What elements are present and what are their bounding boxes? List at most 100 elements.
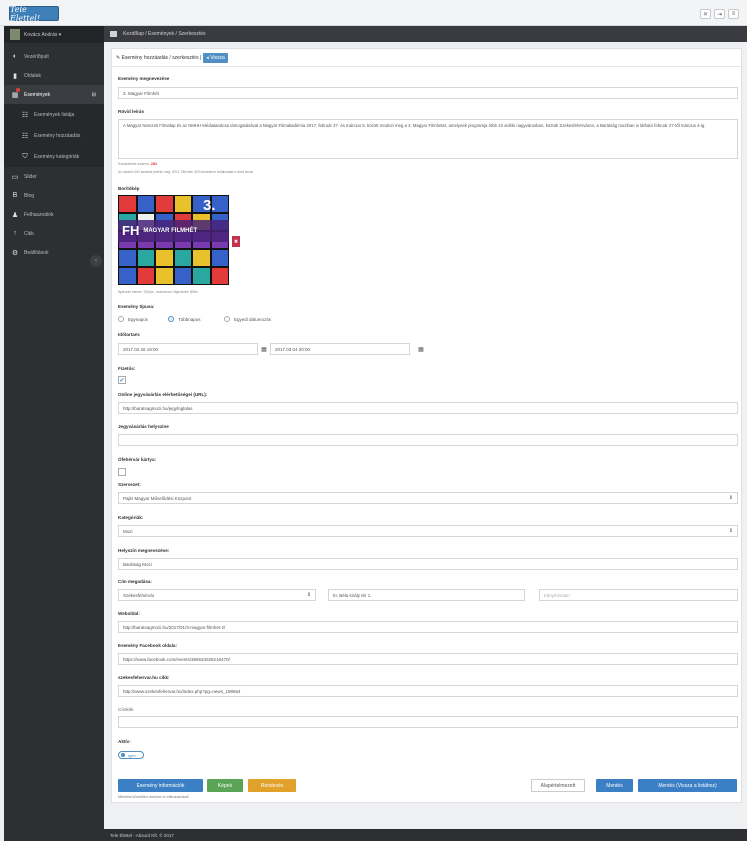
start-date-input[interactable]: 2017.02.26 19:00	[118, 343, 258, 355]
facebook-label: Esemény Facebook oldala:	[118, 643, 177, 648]
select-arrow-icon: ⇕	[306, 592, 311, 598]
users-icon: ♟	[11, 211, 19, 219]
cover-title: FH MAGYAR FILMHÉT	[118, 220, 229, 242]
cover-number: 3.	[203, 197, 216, 214]
notification-badge	[16, 88, 20, 92]
back-button[interactable]: ◂ Vissza	[203, 52, 228, 63]
street-input[interactable]: III. Béla király tér 1.	[328, 589, 525, 601]
organization-select[interactable]: Pajkr Magyar Művelődési Központ ⇕	[118, 492, 738, 504]
blog-icon: B	[12, 192, 18, 199]
type-radio-oneday[interactable]: Egynapos	[118, 316, 148, 322]
sidebar-item-users[interactable]: ♟ Felhasználók	[4, 205, 104, 224]
type-radio-custom[interactable]: Egyedi dátumozás	[224, 316, 271, 322]
sidebar-subitem-categories[interactable]: ⛉ Esemény kategóriák	[4, 146, 104, 167]
sidebar-collapse-icon[interactable]: ‹	[90, 255, 102, 267]
tags-input[interactable]	[118, 716, 738, 728]
end-date-input[interactable]: 2017.03.04 20:00	[270, 343, 410, 355]
list-icon: ☷	[21, 132, 29, 140]
event-name-input[interactable]: 3. Magyar Filmhét	[118, 87, 738, 99]
user-menu[interactable]: Kovács András ▾	[4, 26, 104, 43]
cover-hint: Ajánlott méret: 300px, maximum fájlméret…	[118, 290, 198, 294]
article-link-input[interactable]: http://www.szekesfehervar.hu/index.php?p…	[118, 685, 738, 697]
cover-label: Borítókép	[118, 186, 140, 191]
city-select[interactable]: Székesfehérvár ⇕	[118, 589, 316, 601]
collapse-icon: ⊟	[91, 91, 96, 98]
calendar-icon[interactable]: ▦	[415, 343, 427, 355]
menu-icon[interactable]: ≡	[728, 9, 739, 19]
fullscreen-icon[interactable]: ✕	[700, 9, 711, 19]
calendar-icon[interactable]: ▦	[258, 343, 270, 355]
footer: Tele Élettel - Absurd Kft. © 2017	[104, 829, 747, 841]
short-description-textarea[interactable]: A Magyar Nemzeti Filmalap és az NMHH Méd…	[118, 119, 738, 159]
slider-icon: ▭	[11, 173, 19, 181]
desc-label: Rövid leírás	[118, 109, 145, 114]
website-input[interactable]: http://baratsagmozi.hu/2017/01/3-magyar-…	[118, 621, 738, 633]
home-icon[interactable]	[110, 31, 117, 37]
images-button[interactable]: Képek	[207, 779, 243, 792]
article-icon: ↑	[13, 230, 17, 237]
footnote: Mentést követően mentse el változásokat!	[118, 795, 189, 799]
sidebar: Kovács András ▾ ◐ Vezérlőpult ▮ Oldalak ▦ E…	[4, 26, 104, 841]
sidebar-subitem-add-event[interactable]: ☷ Esemény hozzáadás	[4, 125, 104, 146]
duration-label: Időtartam:	[118, 332, 141, 337]
active-label: Aktív:	[118, 739, 131, 744]
breadcrumb-events[interactable]: Események	[148, 31, 174, 37]
app-logo[interactable]: Tele Élettel!	[9, 5, 59, 23]
sidebar-item-slider[interactable]: ▭ Slider	[4, 167, 104, 186]
preview-button[interactable]: Alapértelmezett	[531, 779, 585, 792]
breadcrumb-current: Szerkesztés	[178, 31, 206, 37]
top-bar: Tele Élettel! ✕ ⇥ ≡	[0, 0, 747, 26]
paid-label: Fizetős:	[118, 366, 136, 371]
char-count: Karakterek száma: 282	[118, 162, 158, 166]
breadcrumb-home[interactable]: Kezdőlap	[123, 31, 144, 37]
list-icon: ☷	[21, 111, 29, 119]
sidebar-item-article[interactable]: ↑ Cikk	[4, 224, 104, 243]
active-toggle[interactable]: Igen	[118, 751, 144, 759]
org-label: Szervezet:	[118, 482, 141, 487]
sidebar-item-events[interactable]: ▦ Események ⊟	[4, 85, 104, 104]
char-hint: Az oldalon 200 karakter jelenik meg. SEO…	[118, 170, 254, 174]
venue-label: Helyszín megnevezése:	[118, 548, 170, 553]
type-radio-multiday[interactable]: Többnapos	[168, 316, 201, 322]
web-label: Weboldal:	[118, 611, 140, 616]
category-select[interactable]: Mozi ⇕	[118, 525, 738, 537]
settings-icon: ⚙	[11, 249, 19, 257]
panel-header: ✎ Esemény hozzáadás / szerkesztés | ◂ Vi…	[112, 49, 741, 67]
venue-input[interactable]: Barátság Mozi	[118, 558, 738, 570]
sidebar-item-pages[interactable]: ▮ Oldalak	[4, 66, 104, 85]
card-label: Öfehérvár kártya:	[118, 457, 157, 462]
tags-icon: ⛉	[22, 152, 28, 160]
sidebar-subitem-event-list[interactable]: ☷ Események listája	[4, 104, 104, 125]
logout-icon[interactable]: ⇥	[714, 9, 725, 19]
select-arrow-icon: ⇕	[728, 495, 733, 501]
panel-title: Esemény hozzáadás / szerkesztés	[121, 54, 199, 61]
save-and-back-button[interactable]: Mentés (Vissza a listához)	[638, 779, 737, 792]
name-label: Esemény megnevezése	[118, 76, 170, 81]
events-submenu: ☷ Események listája ☷ Esemény hozzáadás ⛉ E…	[4, 104, 104, 167]
ticket-url-input[interactable]: http://baratsagmozi.hu/jegyfoglalas	[118, 402, 738, 414]
sidebar-item-settings[interactable]: ⚙ Beállítások	[4, 243, 104, 262]
zip-input[interactable]: Irányítószám	[539, 589, 738, 601]
delete-image-button[interactable]: ✖	[232, 236, 240, 247]
user-name: Kovács András	[24, 31, 58, 38]
breadcrumb: Kezdőlap / Események / Szerkesztés	[104, 26, 747, 42]
ticket-place-input[interactable]	[118, 434, 738, 446]
recurring-button[interactable]: Rendezés	[248, 779, 296, 792]
save-button[interactable]: Mentés	[596, 779, 633, 792]
type-label: Esemény típusa:	[118, 304, 155, 309]
address-label: Cím megadása:	[118, 579, 152, 584]
ticket-place-label: Jegyvásárlás helyszíne	[118, 424, 169, 429]
event-info-button[interactable]: Esemény információk	[118, 779, 203, 792]
select-arrow-icon: ⇕	[728, 528, 733, 534]
facebook-input[interactable]: https://www.facebook.com/events/38663402…	[118, 653, 738, 665]
sidebar-item-dashboard[interactable]: ◐ Vezérlőpult	[4, 47, 104, 66]
sidebar-item-blog[interactable]: B Blog	[4, 186, 104, 205]
dashboard-icon: ◐	[12, 53, 18, 60]
ticket-url-label: Online jegyvásárlás elérhetőségei (URL):	[118, 392, 208, 397]
category-label: Kategóriák:	[118, 515, 144, 520]
paid-checkbox[interactable]: ✔	[118, 376, 126, 384]
card-checkbox[interactable]	[118, 468, 126, 476]
pages-icon: ▮	[13, 72, 17, 80]
avatar	[10, 29, 20, 40]
tags-label: Címkék	[118, 707, 134, 712]
